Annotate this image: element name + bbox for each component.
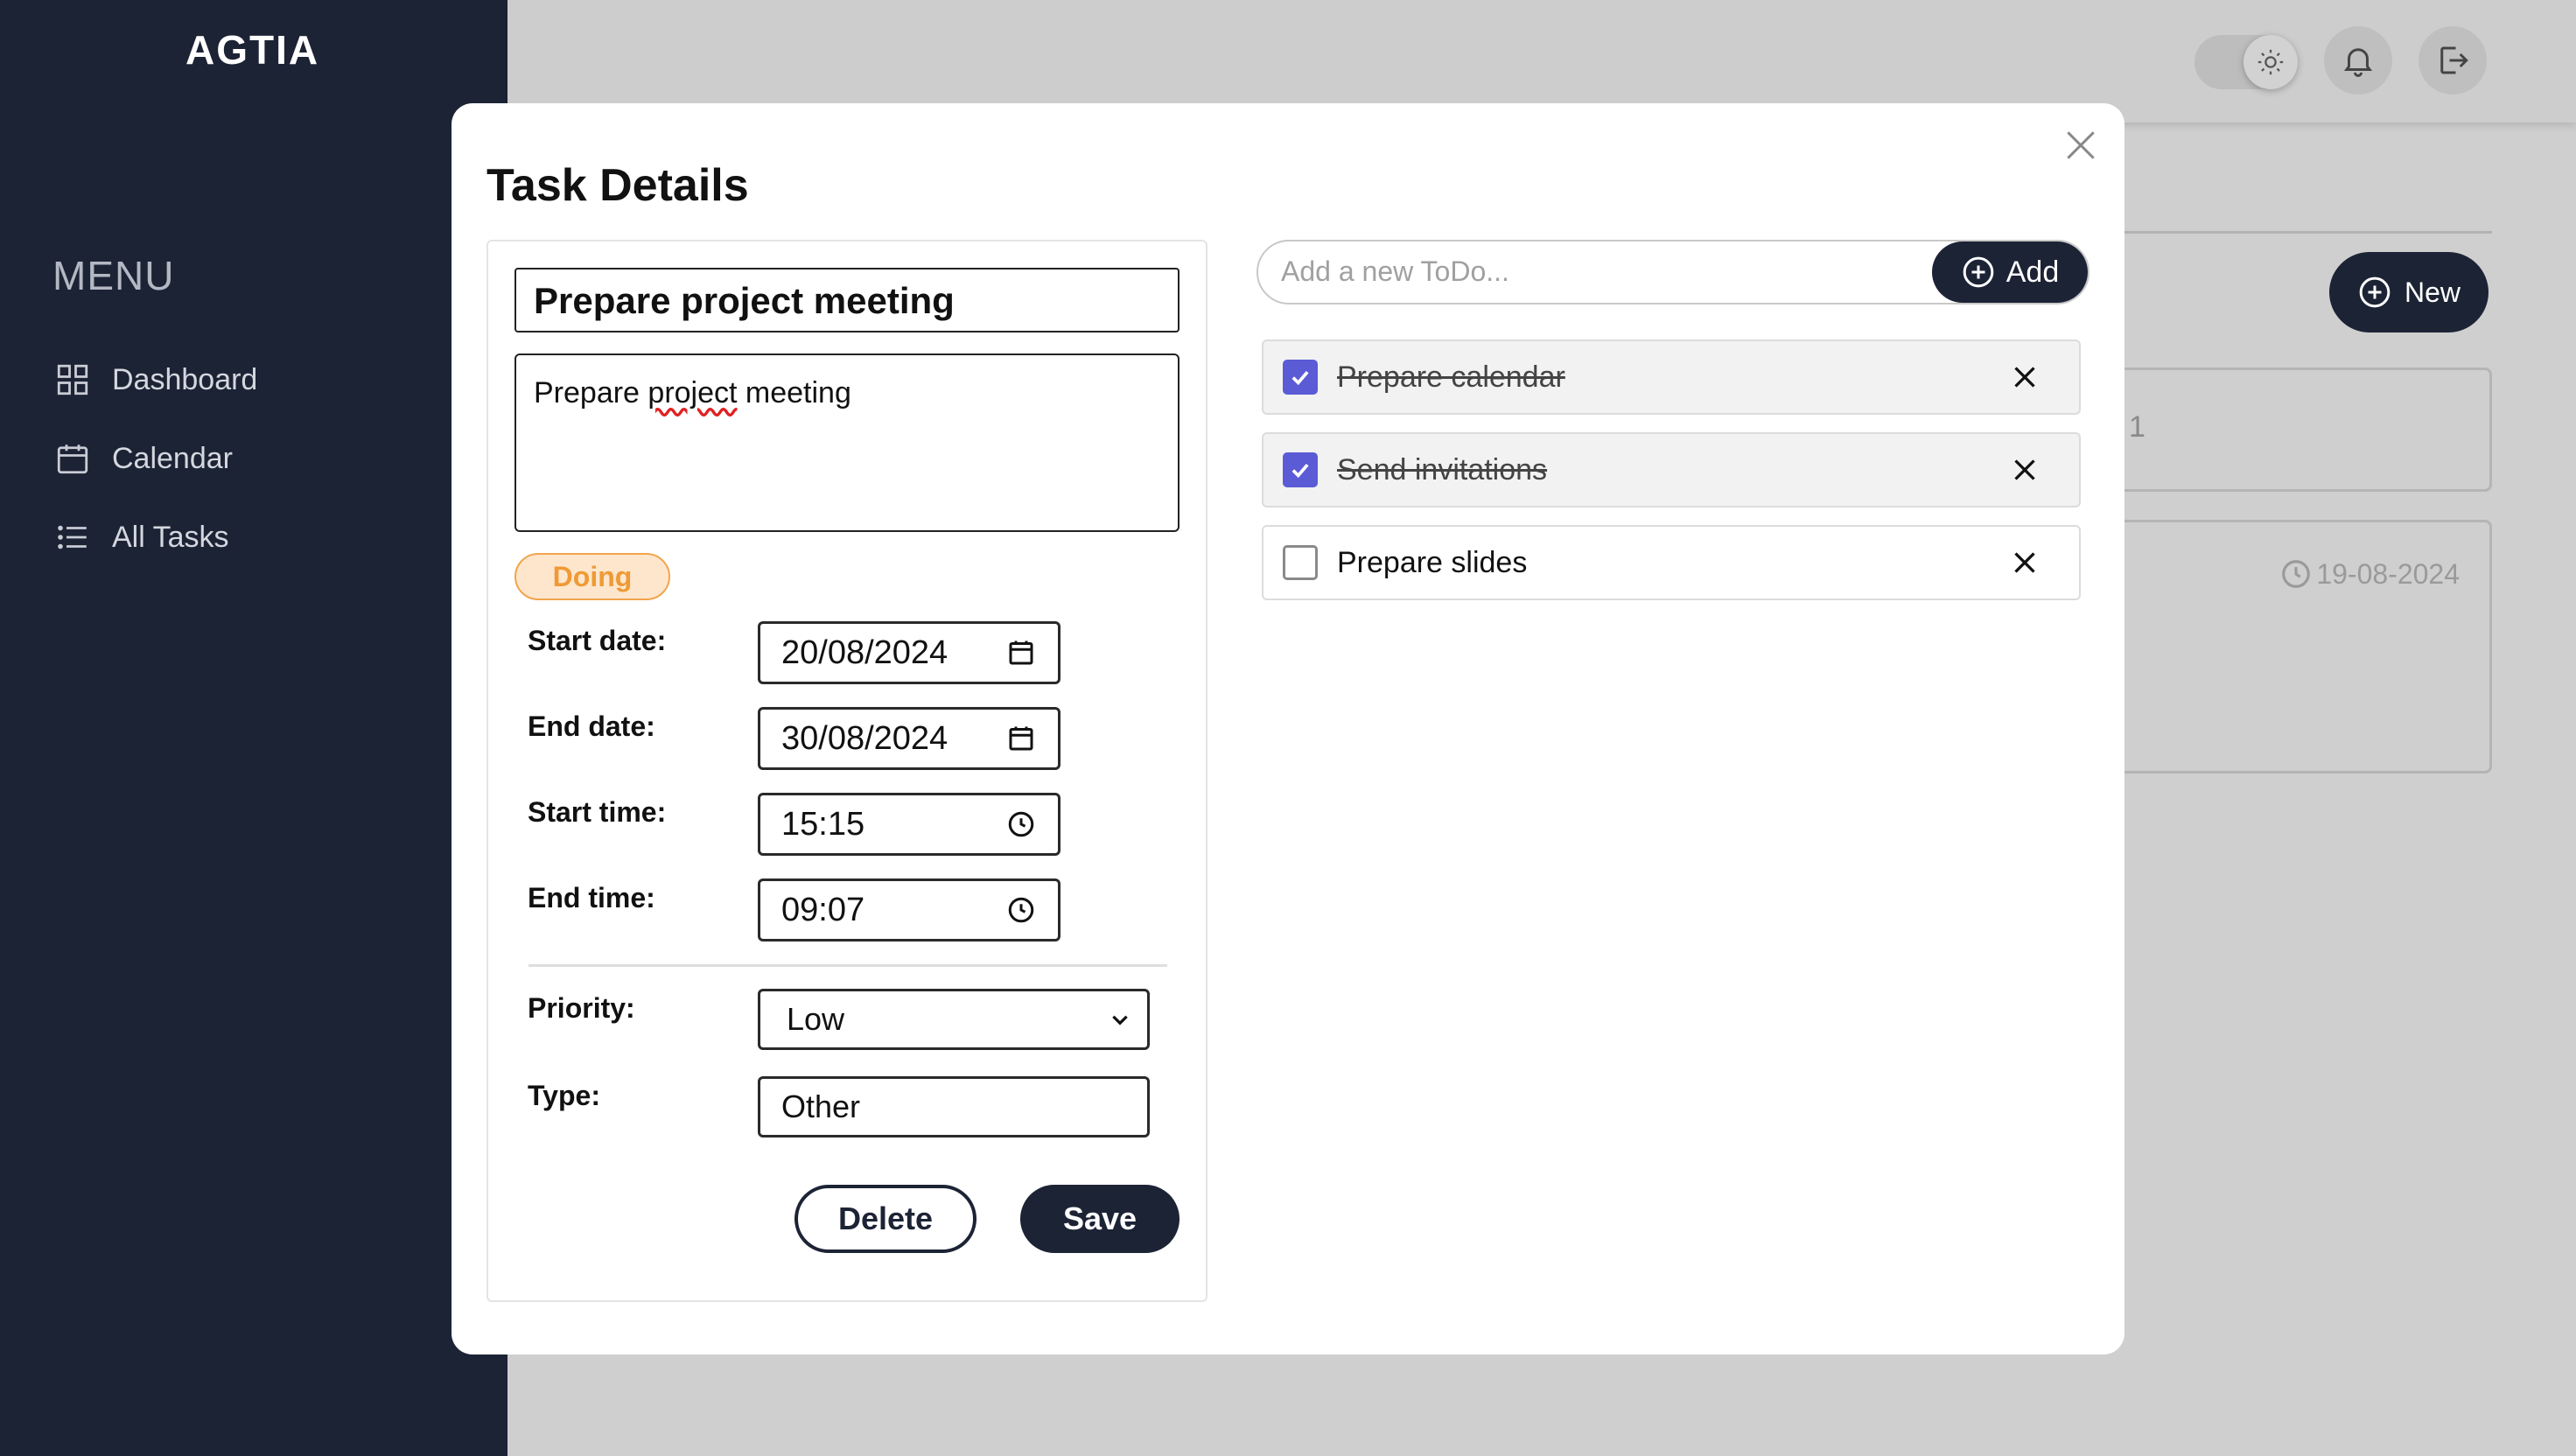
end-date-label: End date:	[528, 710, 655, 742]
start-time-value: 15:15	[781, 805, 865, 843]
todo-input[interactable]: Add a new ToDo... Add	[1256, 240, 2090, 304]
due-date-text: 19-08-2024	[2316, 557, 2460, 590]
save-button[interactable]: Save	[1020, 1185, 1180, 1253]
sidebar: AGTIA MENU Dashboard Calendar All Tasks	[0, 0, 508, 1456]
background-task-card[interactable]: 19-08-2024	[2100, 520, 2492, 774]
form-divider	[528, 964, 1167, 967]
due-date: 19-08-2024	[2279, 557, 2460, 591]
spellcheck-word: project	[648, 376, 738, 410]
start-time-label: Start time:	[528, 796, 667, 828]
theme-toggle[interactable]	[2194, 35, 2298, 89]
plus-circle-icon	[1963, 256, 1994, 288]
description-text: meeting	[737, 376, 851, 410]
end-time-value: 09:07	[781, 891, 865, 928]
task-description-textarea[interactable]: Prepare project meeting	[514, 354, 1180, 532]
end-date-input[interactable]: 30/08/2024	[758, 707, 1060, 770]
todo-item: Prepare slides	[1262, 525, 2081, 600]
check-icon	[1292, 370, 1309, 386]
end-time-input[interactable]: 09:07	[758, 878, 1060, 942]
sidebar-item-label: Dashboard	[112, 362, 258, 396]
sidebar-item-all-tasks[interactable]: All Tasks	[54, 511, 229, 564]
start-date-label: Start date:	[528, 625, 667, 656]
calendar-icon	[57, 444, 88, 474]
priority-value: Low	[787, 1001, 845, 1037]
start-date-value: 20/08/2024	[781, 634, 948, 671]
brand-logo: AGTIA	[186, 27, 320, 73]
calendar-icon[interactable]	[1005, 637, 1037, 668]
close-icon[interactable]	[2009, 547, 2040, 578]
description-text: Prepare	[534, 376, 648, 410]
close-icon[interactable]	[2009, 454, 2040, 486]
priority-select[interactable]: Low	[758, 989, 1150, 1050]
new-task-label: New	[2404, 276, 2460, 308]
chevron-down-icon	[1112, 1015, 1128, 1026]
list-icon	[58, 525, 87, 550]
end-date-value: 30/08/2024	[781, 719, 948, 757]
task-title-input[interactable]: Prepare project meeting	[514, 268, 1180, 332]
todo-label: Prepare slides	[1337, 545, 1528, 579]
clock-icon[interactable]	[1005, 808, 1037, 840]
background-card-text: 1	[2129, 410, 2146, 444]
check-icon	[1292, 463, 1309, 479]
delete-button[interactable]: Delete	[794, 1185, 976, 1253]
divider	[2118, 231, 2492, 234]
plus-circle-icon	[2359, 276, 2390, 308]
todo-item: Prepare calendar	[1262, 340, 2081, 415]
todo-item: Send invitations	[1262, 432, 2081, 508]
start-time-input[interactable]: 15:15	[758, 793, 1060, 856]
theme-toggle-knob	[2244, 35, 2298, 89]
new-task-button[interactable]: New	[2329, 252, 2488, 332]
sidebar-item-label: Calendar	[112, 441, 233, 475]
bell-icon	[2343, 48, 2373, 77]
add-todo-button[interactable]: Add	[1932, 242, 2088, 303]
todo-checkbox[interactable]	[1283, 360, 1318, 395]
end-time-label: End time:	[528, 882, 655, 914]
status-badge[interactable]: Doing	[514, 553, 670, 600]
notifications-button[interactable]	[2324, 26, 2392, 94]
logout-icon	[2440, 46, 2468, 74]
sidebar-item-calendar[interactable]: Calendar	[54, 432, 233, 485]
todo-checkbox[interactable]	[1283, 452, 1318, 487]
start-date-input[interactable]: 20/08/2024	[758, 621, 1060, 684]
type-label: Type:	[528, 1080, 600, 1111]
clock-icon	[2282, 560, 2311, 588]
todo-label: Send invitations	[1337, 452, 1548, 486]
todo-input-placeholder: Add a new ToDo...	[1281, 256, 1509, 287]
grid-icon	[57, 364, 88, 396]
clock-icon[interactable]	[1005, 894, 1037, 926]
type-input[interactable]: Other	[758, 1076, 1150, 1138]
todo-checkbox[interactable]	[1283, 545, 1318, 580]
todo-label: Prepare calendar	[1337, 360, 1565, 394]
background-card[interactable]: 1	[2100, 368, 2492, 492]
priority-label: Priority:	[528, 992, 635, 1024]
menu-heading: MENU	[52, 253, 175, 298]
sidebar-item-dashboard[interactable]: Dashboard	[54, 354, 257, 406]
sidebar-item-label: All Tasks	[112, 520, 229, 554]
modal-title: Task Details	[486, 160, 749, 211]
close-icon[interactable]	[2009, 361, 2040, 393]
add-todo-label: Add	[2006, 255, 2060, 289]
sun-icon	[2258, 49, 2284, 75]
logout-button[interactable]	[2418, 26, 2487, 94]
close-icon[interactable]	[2062, 126, 2100, 164]
calendar-icon[interactable]	[1005, 723, 1037, 754]
